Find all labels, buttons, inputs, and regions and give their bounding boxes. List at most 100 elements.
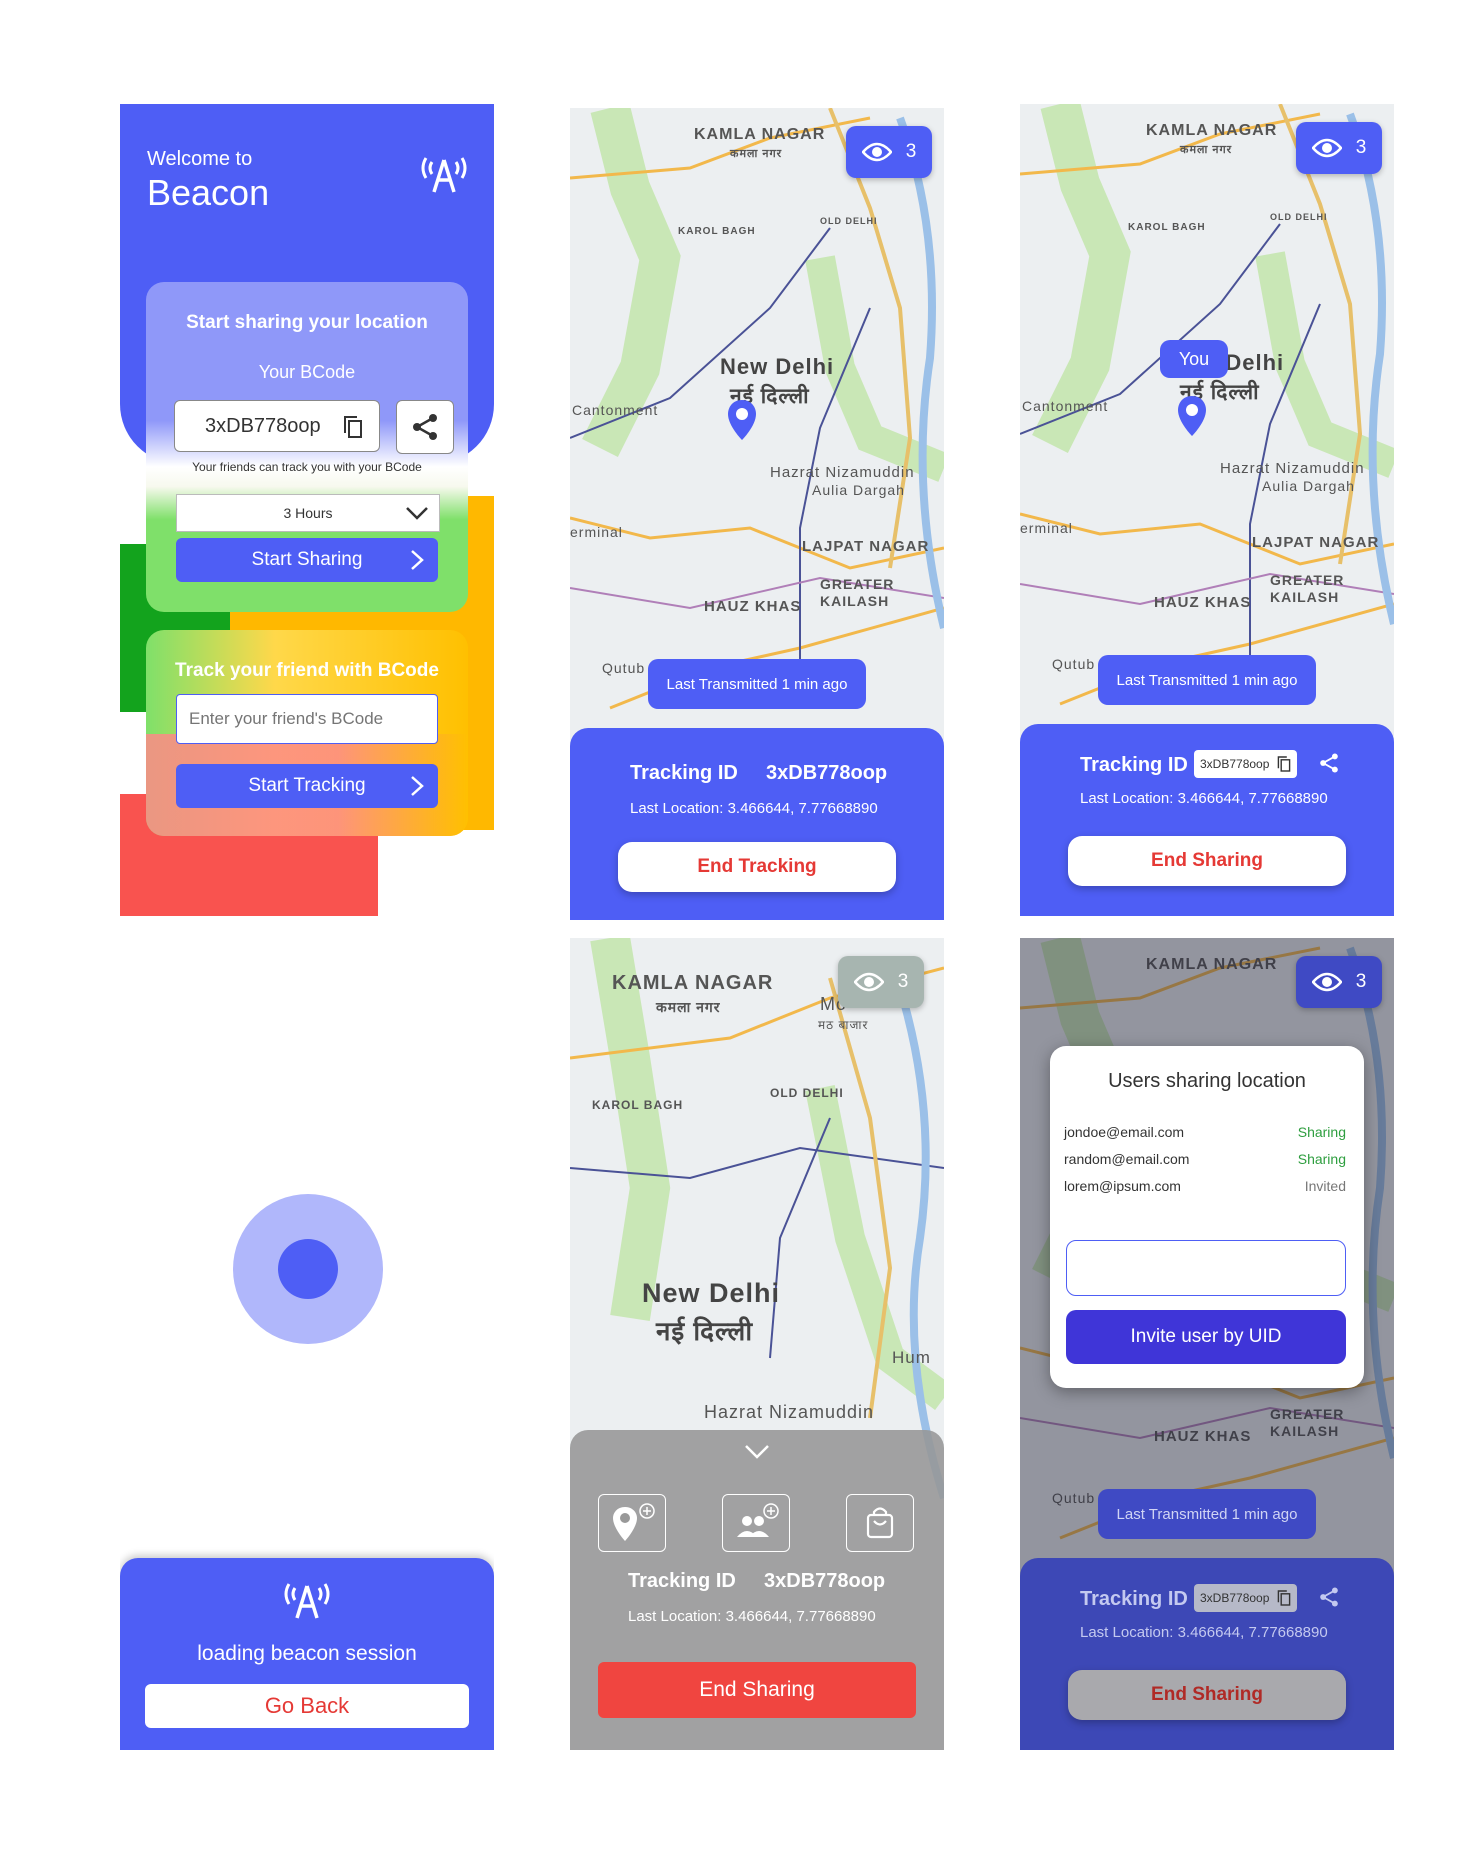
copy-icon (1278, 756, 1291, 772)
map-label-greater-kailash: GREATER KAILASH (820, 576, 895, 609)
map-label-aulia: Aulia Dargah (812, 482, 905, 498)
map-label-karol-bagh: KAROL BAGH (592, 1098, 684, 1112)
tracking-id-label: Tracking ID (628, 1570, 736, 1592)
sharing-screen: KAMLA NAGAR कमला नगर KAROL BAGH OLD DELH… (1020, 104, 1394, 916)
app-name: Beacon (147, 172, 270, 213)
end-tracking-label: End Tracking (697, 856, 817, 877)
map-label-kamla-nagar: KAMLA NAGAR (694, 126, 826, 143)
map-label-cantonment: Cantonment (572, 402, 659, 418)
map-label-lajpat: LAJPAT NAGAR (1252, 534, 1380, 551)
end-sharing-button[interactable]: End Sharing (1068, 836, 1346, 886)
end-sharing-label: End Sharing (699, 1678, 815, 1701)
expanded-sheet: Tracking ID 3xDB778oop Last Location: 3.… (570, 1430, 944, 1750)
map-label-hauz-khas: HAUZ KHAS (1154, 594, 1252, 611)
map-label-lajpat: LAJPAT NAGAR (802, 538, 930, 555)
map-label-greater-kailash: GREATER KAILASH (1270, 572, 1345, 605)
viewer-count-badge[interactable]: 3 (838, 956, 924, 1008)
last-transmitted-pill: Last Transmitted 1 min ago (648, 659, 866, 709)
eye-icon (1311, 138, 1342, 158)
bcode-hint: Your friends can track you with your BCo… (192, 460, 422, 474)
chevron-down-icon[interactable] (744, 1444, 770, 1460)
eye-icon (1311, 972, 1342, 992)
bcode-label: Your BCode (258, 362, 356, 382)
start-tracking-label: Start Tracking (248, 775, 366, 796)
sharing-panel: Tracking ID 3xDB778oop Last Location: 3.… (1020, 724, 1394, 916)
share-button[interactable] (396, 400, 454, 454)
loading-panel: loading beacon session Go Back (120, 1558, 494, 1750)
end-sharing-button: End Sharing (1068, 1670, 1346, 1720)
map-label-hazrat: Hazrat Nizamuddin (770, 464, 915, 481)
end-sharing-label: End Sharing (1151, 1684, 1263, 1705)
user-row: jondoe@email.com Sharing (1064, 1124, 1346, 1140)
add-users-icon (737, 1503, 779, 1537)
users-card-title: Users sharing location (1108, 1070, 1306, 1092)
you-label: You (1160, 340, 1228, 378)
viewer-count: 3 (897, 971, 909, 992)
location-pin-icon (1178, 396, 1206, 436)
map-label-qutub: Qutub (602, 660, 646, 676)
chevron-right-icon (411, 776, 424, 796)
map-label-old-delhi: OLD DELHI (820, 216, 878, 226)
users-card: Users sharing location jondoe@email.com … (1050, 1046, 1364, 1388)
user-row: random@email.com Sharing (1064, 1151, 1346, 1167)
map-label-kamla-nagar: KAMLA NAGAR (1146, 122, 1278, 139)
friend-bcode-input[interactable] (176, 694, 438, 744)
user-status: Sharing (1297, 1124, 1346, 1140)
welcome-screen: Welcome to Beacon Start sharing your loc… (120, 104, 494, 916)
copy-icon[interactable] (343, 415, 363, 439)
tracking-id-chip[interactable]: 3xDB778oop (1194, 750, 1298, 778)
user-row: lorem@ipsum.com Invited (1064, 1178, 1346, 1194)
go-back-label: Go Back (264, 1693, 350, 1718)
eye-icon (861, 142, 892, 162)
tracking-id-value: 3xDB778oop (1200, 757, 1270, 771)
beacon-antenna-icon (284, 1583, 330, 1619)
tracking-id-value: 3xDB778oop (764, 1570, 886, 1592)
tracking-id-label: Tracking ID (630, 762, 738, 784)
user-email: jondoe@email.com (1064, 1124, 1185, 1140)
user-email: random@email.com (1064, 1151, 1190, 1167)
end-sharing-button[interactable]: End Sharing (598, 1662, 916, 1718)
add-users-button[interactable] (722, 1494, 790, 1552)
share-icon (1320, 1587, 1338, 1607)
map-label-kamla-nagar: KAMLA NAGAR (612, 972, 774, 994)
end-sharing-label: End Sharing (1151, 850, 1263, 871)
tracking-screen: KAMLA NAGAR कमला नगर KAROL BAGH OLD DELH… (570, 108, 944, 920)
map-label-aulia: Aulia Dargah (1262, 478, 1355, 494)
map-label-kamla-nagar-hi: कमला नगर (656, 999, 721, 1015)
map-label-terminal: erminal (570, 524, 623, 540)
welcome-text: Welcome to (147, 148, 253, 170)
loading-screen: loading beacon session Go Back (120, 938, 494, 1750)
map-label-new-delhi: New Delhi (720, 354, 835, 379)
tracking-id-label: Tracking ID (1080, 1588, 1188, 1610)
viewer-count-badge[interactable]: 3 (1296, 956, 1382, 1008)
user-status: Invited (1304, 1178, 1346, 1194)
duration-value: 3 Hours (283, 505, 333, 521)
tracking-panel: Tracking ID 3xDB778oop Last Location: 3.… (570, 728, 944, 920)
chevron-right-icon (411, 550, 424, 570)
viewer-count-badge[interactable]: 3 (846, 126, 932, 178)
map-label-karol-bagh: KAROL BAGH (1128, 222, 1206, 233)
last-location: Last Location: 3.466644, 7.77668890 (1080, 790, 1328, 807)
location-pin-icon (728, 400, 756, 440)
map-label-new-delhi-hi: नई दिल्ली (656, 1316, 754, 1346)
add-location-button[interactable] (598, 1494, 666, 1552)
share-icon[interactable] (1318, 752, 1340, 774)
start-sharing-button[interactable]: Start Sharing (176, 538, 438, 582)
expanded-screen: KAMLA NAGAR कमला नगर Mo मठ बाजार KAROL B… (570, 938, 944, 1750)
viewer-count: 3 (905, 141, 917, 162)
map-label-qutub: Qutub (1052, 656, 1096, 672)
map-label-math-bazar: मठ बाजार (818, 1018, 869, 1032)
map-label-terminal: erminal (1020, 520, 1073, 536)
invite-user-button[interactable]: Invite user by UID (1066, 1310, 1346, 1364)
bag-button[interactable] (846, 1494, 914, 1552)
uid-input[interactable] (1066, 1240, 1346, 1296)
last-location: Last Location: 3.466644, 7.77668890 (628, 1608, 876, 1625)
go-back-button[interactable]: Go Back (145, 1684, 469, 1728)
start-sharing-title: Start sharing your location (186, 312, 428, 333)
tracking-id-value: 3xDB778oop (766, 762, 888, 784)
map-label-old-delhi: OLD DELHI (1270, 212, 1328, 222)
duration-select[interactable]: 3 Hours (176, 494, 440, 532)
start-tracking-button[interactable]: Start Tracking (176, 764, 438, 808)
end-tracking-button[interactable]: End Tracking (618, 842, 896, 892)
viewer-count-badge[interactable]: 3 (1296, 122, 1382, 174)
